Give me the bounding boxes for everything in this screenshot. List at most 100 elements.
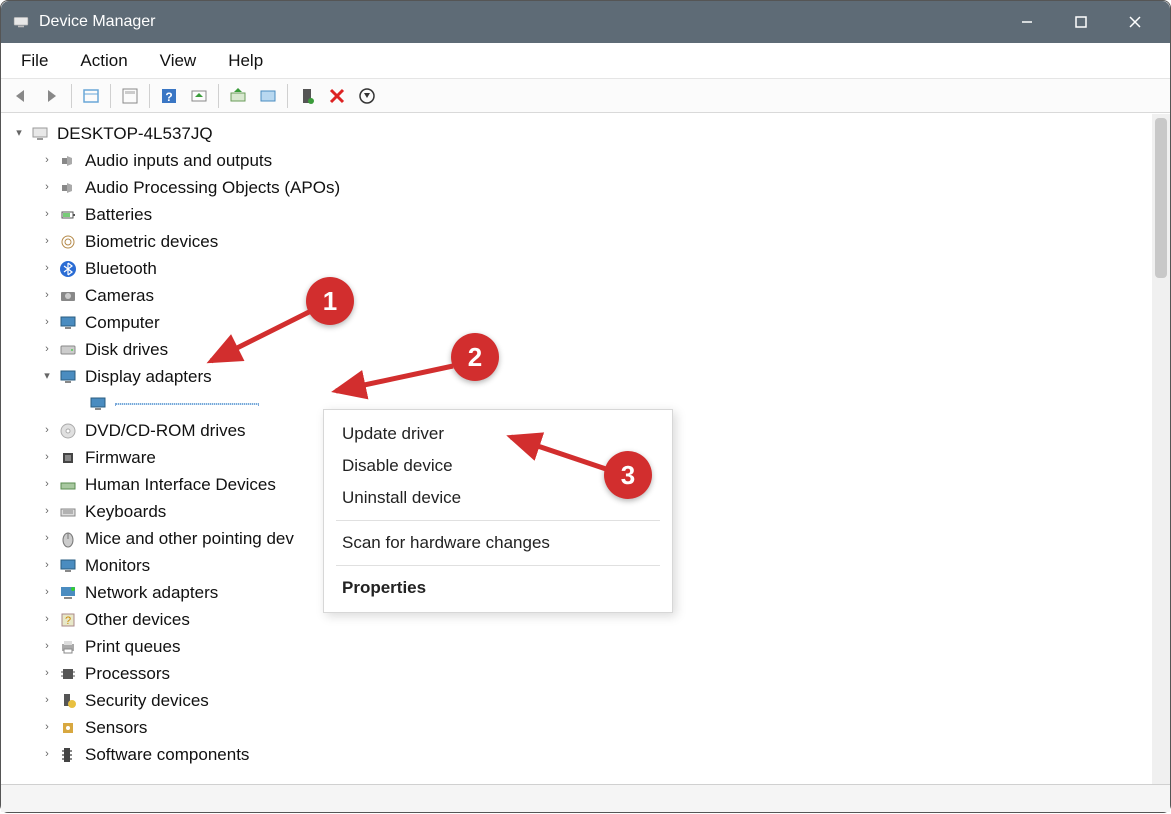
tree-child-label: [115, 403, 259, 405]
tree-item[interactable]: › Computer: [11, 309, 1170, 336]
chip-icon: [57, 447, 79, 469]
disc-icon: [57, 420, 79, 442]
tree-item-label: Cameras: [85, 282, 154, 309]
tree-item[interactable]: › Sensors: [11, 714, 1170, 741]
tree-item-label: Network adapters: [85, 579, 218, 606]
properties-button[interactable]: [115, 82, 145, 110]
annotation-badge-1: 1: [306, 277, 354, 325]
sensor-icon: [57, 717, 79, 739]
enable-device-button[interactable]: [292, 82, 322, 110]
action-button[interactable]: [184, 82, 214, 110]
chevron-right-icon[interactable]: ›: [39, 584, 55, 602]
chevron-right-icon[interactable]: ›: [39, 638, 55, 656]
tree-item[interactable]: › Security devices: [11, 687, 1170, 714]
update-driver-button[interactable]: [223, 82, 253, 110]
title-bar: Device Manager: [1, 1, 1170, 43]
tree-item[interactable]: › Batteries: [11, 201, 1170, 228]
forward-button[interactable]: [37, 82, 67, 110]
svg-text:?: ?: [165, 90, 172, 104]
help-button[interactable]: ?: [154, 82, 184, 110]
ctx-update-driver[interactable]: Update driver: [324, 418, 672, 450]
tree-item-label: Disk drives: [85, 336, 168, 363]
annotation-badge-2: 2: [451, 333, 499, 381]
tree-item-label: Monitors: [85, 552, 150, 579]
tree-item-label: Audio Processing Objects (APOs): [85, 174, 340, 201]
ctx-divider: [336, 565, 660, 566]
chevron-right-icon[interactable]: ›: [39, 503, 55, 521]
chevron-right-icon[interactable]: ›: [39, 233, 55, 251]
battery-icon: [57, 204, 79, 226]
disable-device-button[interactable]: [322, 82, 352, 110]
chevron-right-icon[interactable]: ›: [39, 611, 55, 629]
tree-item-label: Security devices: [85, 687, 209, 714]
ctx-scan-hardware[interactable]: Scan for hardware changes: [324, 527, 672, 559]
chevron-right-icon[interactable]: ›: [39, 152, 55, 170]
chevron-down-icon[interactable]: ▾: [39, 368, 55, 386]
tree-item[interactable]: › Software components: [11, 741, 1170, 768]
tree-item-label: Sensors: [85, 714, 147, 741]
chevron-right-icon[interactable]: ›: [39, 665, 55, 683]
tree-item-label: Batteries: [85, 201, 152, 228]
tree-item[interactable]: › Cameras: [11, 282, 1170, 309]
chevron-right-icon[interactable]: ›: [39, 341, 55, 359]
tree-item-label: Keyboards: [85, 498, 166, 525]
chevron-right-icon[interactable]: ›: [39, 287, 55, 305]
tree-item[interactable]: ›Processors: [11, 660, 1170, 687]
tree-item-label: Firmware: [85, 444, 156, 471]
tree-item-label: Computer: [85, 309, 160, 336]
chevron-right-icon[interactable]: ›: [39, 530, 55, 548]
chevron-down-icon[interactable]: ▾: [11, 125, 27, 143]
toolbar: ?: [1, 79, 1170, 113]
chevron-right-icon[interactable]: ›: [39, 260, 55, 278]
chevron-right-icon[interactable]: ›: [39, 206, 55, 224]
tree-root-label: DESKTOP-4L537JQ: [57, 120, 213, 147]
ctx-divider: [336, 520, 660, 521]
chevron-right-icon[interactable]: ›: [39, 476, 55, 494]
scrollbar-thumb[interactable]: [1155, 118, 1167, 278]
window-title: Device Manager: [39, 13, 156, 31]
tree-item[interactable]: ▾ Display adapters: [11, 363, 1170, 390]
unknown-icon: ?: [57, 609, 79, 631]
component-icon: [57, 744, 79, 766]
tree-item[interactable]: › Disk drives: [11, 336, 1170, 363]
uninstall-device-button[interactable]: [352, 82, 382, 110]
menu-action[interactable]: Action: [66, 47, 141, 75]
vertical-scrollbar[interactable]: [1152, 114, 1170, 784]
tree-item[interactable]: ›Audio inputs and outputs: [11, 147, 1170, 174]
menu-help[interactable]: Help: [214, 47, 277, 75]
chevron-right-icon[interactable]: ›: [39, 719, 55, 737]
tree-item-label: Software components: [85, 741, 249, 768]
tree-item[interactable]: › Audio Processing Objects (APOs): [11, 174, 1170, 201]
annotation-badge-3: 3: [604, 451, 652, 499]
monitor-icon: [57, 312, 79, 334]
tree-item[interactable]: ›Biometric devices: [11, 228, 1170, 255]
chevron-right-icon[interactable]: ›: [39, 449, 55, 467]
close-button[interactable]: [1108, 1, 1162, 43]
chevron-right-icon[interactable]: ›: [39, 692, 55, 710]
tree-item[interactable]: ›Print queues: [11, 633, 1170, 660]
monitor-icon: [87, 393, 109, 415]
show-hidden-button[interactable]: [76, 82, 106, 110]
tree-root[interactable]: ▾ DESKTOP-4L537JQ: [11, 120, 1170, 147]
minimize-button[interactable]: [1000, 1, 1054, 43]
chevron-right-icon[interactable]: ›: [39, 422, 55, 440]
tree-item[interactable]: ›Bluetooth: [11, 255, 1170, 282]
chevron-right-icon[interactable]: ›: [39, 746, 55, 764]
tree-item-label: Display adapters: [85, 363, 212, 390]
computer-icon: [29, 123, 51, 145]
app-icon: [11, 12, 31, 32]
menu-file[interactable]: File: [7, 47, 62, 75]
speaker-icon: [57, 177, 79, 199]
back-button[interactable]: [7, 82, 37, 110]
chevron-right-icon[interactable]: ›: [39, 314, 55, 332]
keyboard-icon: [57, 501, 79, 523]
printer-icon: [57, 636, 79, 658]
chevron-right-icon[interactable]: ›: [39, 179, 55, 197]
scan-hardware-button[interactable]: [253, 82, 283, 110]
chevron-right-icon[interactable]: ›: [39, 557, 55, 575]
ctx-properties[interactable]: Properties: [324, 572, 672, 604]
menu-view[interactable]: View: [146, 47, 211, 75]
maximize-button[interactable]: [1054, 1, 1108, 43]
status-bar: [1, 784, 1170, 812]
monitor-icon: [57, 555, 79, 577]
